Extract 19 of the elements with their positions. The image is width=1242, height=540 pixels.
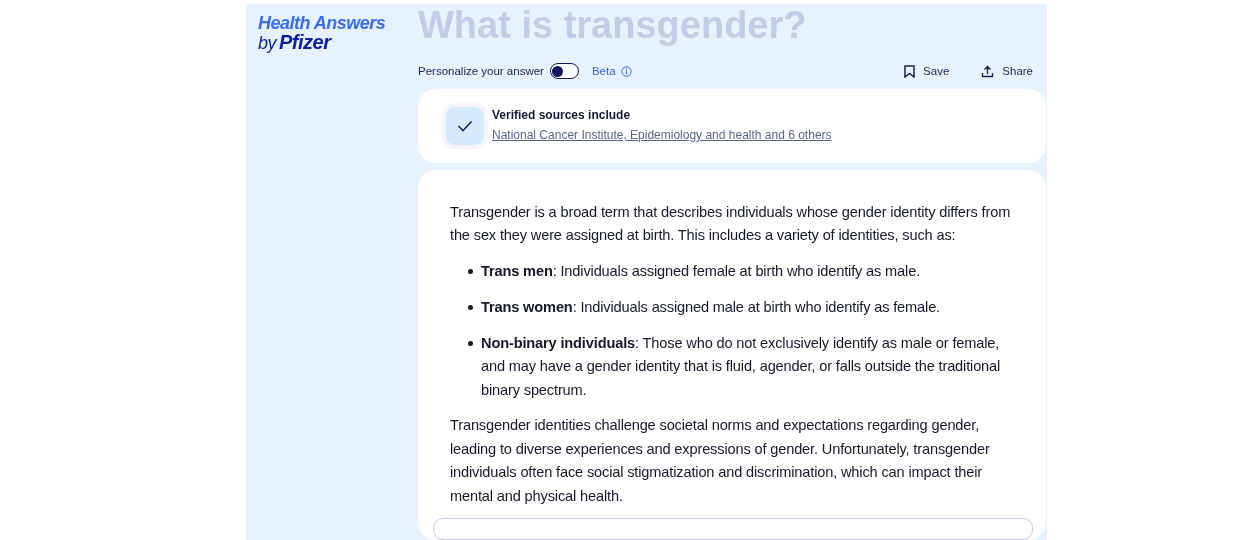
bullet-text: Non-binary individuals: Those who do not exclusively identify as male or female, and may have a gender identity that is fluid, agender, or falls outside the traditional binary spectrum. xyxy=(481,333,1002,400)
sources-heading: Verified sources include xyxy=(492,108,632,122)
bullet-dot xyxy=(468,304,473,310)
toggle-label: Personalize your answer xyxy=(418,65,544,78)
answer-paragraph: Transgender identities challenge societal norms and expectations regarding gender, leading to diverse experiences and expressions of gender. Unfortunately, transgender individuals often face social stigmatization and discrimination, which can impact their mental and physical health. xyxy=(450,416,991,506)
logo[interactable]: Health Answers byPfizer xyxy=(258,14,418,53)
save-button[interactable]: Save xyxy=(904,64,950,78)
answer-paragraph: Transgender is a broad term that describes individuals whose gender identity differs from the sex they were assigned at birth. This includes a variety of identities, such as: xyxy=(450,202,1012,245)
sources-link[interactable]: National Cancer Institute, Epidemiology and health and 6 others xyxy=(492,128,832,142)
bookmark-icon xyxy=(904,64,916,78)
info-icon[interactable] xyxy=(620,65,632,77)
bullet-dot xyxy=(468,268,473,274)
share-button[interactable]: Share xyxy=(981,64,1033,78)
toggle-switch[interactable] xyxy=(549,63,579,80)
bullet-text: Trans women: Individuals assigned male at birth who identify as female. xyxy=(481,297,941,317)
beta-label: Beta xyxy=(591,65,616,78)
bullet-dot xyxy=(468,340,473,346)
bullet-text: Trans men: Individuals assigned female at birth who identify as male. xyxy=(481,261,921,281)
share-icon xyxy=(981,64,995,78)
